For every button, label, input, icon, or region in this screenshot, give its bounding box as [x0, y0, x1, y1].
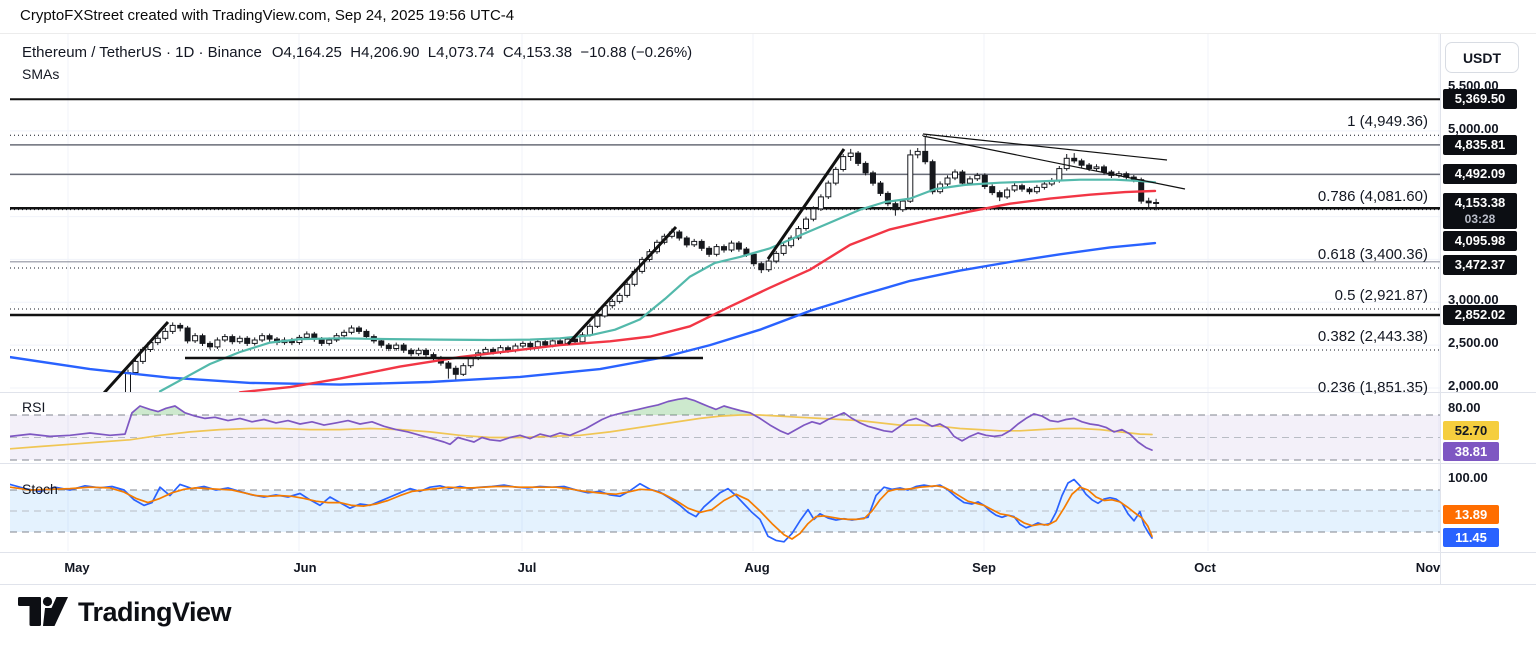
- currency-button[interactable]: USDT: [1445, 42, 1519, 73]
- tradingview-logo-text: TradingView: [78, 596, 232, 627]
- ohlc-values: O4,164.25 H4,206.90 L4,073.74 C4,153.38 …: [271, 44, 693, 61]
- tradingview-chart-screenshot: { "attribution": "CryptoFXStreet created…: [0, 0, 1536, 662]
- symbol-legend: Ethereum / TetherUS · 1D · Binance O4,164…: [22, 44, 692, 82]
- rsi-pane[interactable]: [0, 392, 1440, 463]
- tradingview-logo[interactable]: TradingView: [18, 596, 232, 628]
- legend-row-symbol: Ethereum / TetherUS · 1D · Binance O4,164…: [22, 44, 692, 61]
- rsi-pane-label[interactable]: RSI: [22, 399, 45, 415]
- stoch-pane[interactable]: [0, 463, 1440, 552]
- attribution-text: CryptoFXStreet created with TradingView.…: [20, 7, 515, 24]
- smas-indicator-label[interactable]: SMAs: [22, 66, 692, 82]
- tradingview-logo-icon: [18, 596, 68, 626]
- symbol-title[interactable]: Ethereum / TetherUS · 1D · Binance: [22, 44, 262, 61]
- main-price-pane[interactable]: [0, 33, 1440, 392]
- attribution-bar: CryptoFXStreet created with TradingView.…: [0, 0, 1536, 34]
- stoch-pane-label[interactable]: Stoch: [22, 481, 58, 497]
